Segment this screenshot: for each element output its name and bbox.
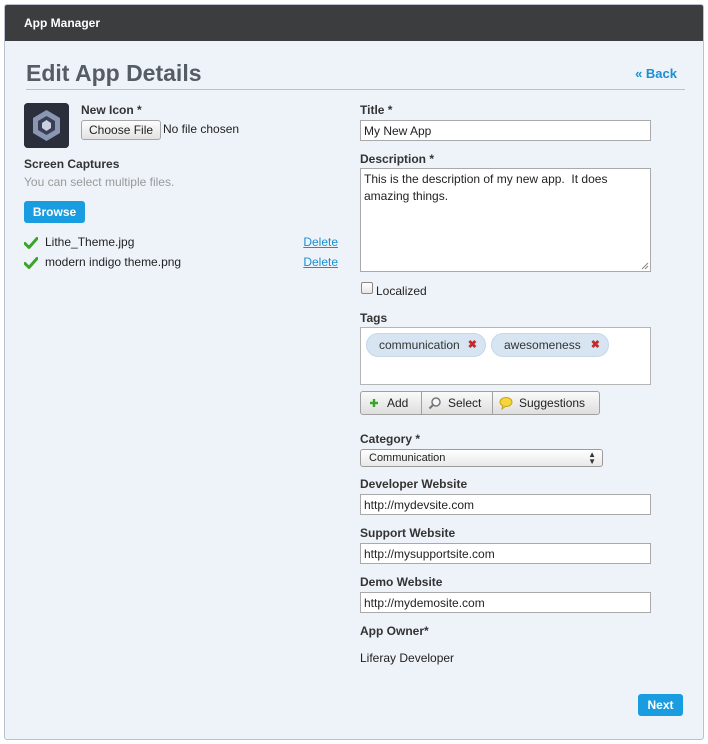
tag-label: communication xyxy=(379,338,460,352)
app-owner-value: Liferay Developer xyxy=(360,651,455,665)
browse-button[interactable]: Browse xyxy=(24,201,85,223)
category-selected-value: Communication xyxy=(369,452,446,464)
file-list-item: Lithe_Theme.jpg Delete xyxy=(24,235,338,251)
new-icon-label: New Icon * xyxy=(81,103,142,117)
screen-captures-label: Screen Captures xyxy=(24,157,120,171)
remove-tag-icon[interactable]: ✖ xyxy=(591,334,600,356)
screen-captures-hint: You can select multiple files. xyxy=(24,175,175,189)
select-tag-button[interactable]: Select xyxy=(421,391,493,415)
developer-website-label: Developer Website xyxy=(360,477,468,491)
add-tag-label: Add xyxy=(387,396,409,410)
category-label: Category * xyxy=(360,432,421,446)
check-icon xyxy=(24,257,38,269)
description-label: Description * xyxy=(360,152,435,166)
support-website-input[interactable] xyxy=(360,543,651,564)
localized-checkbox[interactable] xyxy=(361,282,373,294)
support-website-label: Support Website xyxy=(360,526,456,540)
tags-label: Tags xyxy=(360,311,388,325)
resize-grip-icon[interactable] xyxy=(641,262,649,270)
tag-chip: awesomeness ✖ xyxy=(491,333,609,357)
window-title: App Manager xyxy=(5,5,703,41)
description-textarea[interactable]: This is the description of my new app. I… xyxy=(360,168,651,272)
demo-website-label: Demo Website xyxy=(360,575,443,589)
suggestions-button[interactable]: Suggestions xyxy=(492,391,600,415)
app-owner-label: App Owner* xyxy=(360,624,429,638)
tag-chip: communication ✖ xyxy=(366,333,486,357)
file-list-item: modern indigo theme.png Delete xyxy=(24,255,338,271)
app-manager-window: App Manager Edit App Details « Back New … xyxy=(4,4,704,740)
check-icon xyxy=(24,237,38,249)
tag-label: awesomeness xyxy=(504,338,581,352)
plus-icon xyxy=(370,399,378,407)
back-link[interactable]: « Back xyxy=(635,66,677,81)
header-divider xyxy=(26,89,685,90)
magnifier-icon xyxy=(428,397,441,410)
select-tag-label: Select xyxy=(448,396,482,410)
remove-tag-icon[interactable]: ✖ xyxy=(468,334,477,356)
add-tag-button[interactable]: Add xyxy=(360,391,422,415)
delete-file-link[interactable]: Delete xyxy=(303,235,338,249)
file-name: modern indigo theme.png xyxy=(45,255,182,269)
no-file-chosen-text: No file chosen xyxy=(163,122,240,136)
demo-website-input[interactable] xyxy=(360,592,651,613)
tag-actions-toolbar: Add Select Suggestions xyxy=(360,391,600,415)
developer-website-input[interactable] xyxy=(360,494,651,515)
page-title: Edit App Details xyxy=(26,60,202,86)
suggestions-label: Suggestions xyxy=(519,396,586,410)
speech-bubble-icon xyxy=(499,397,513,410)
app-logo-icon xyxy=(24,103,69,148)
tags-field[interactable]: communication ✖ awesomeness ✖ xyxy=(360,327,651,385)
next-button[interactable]: Next xyxy=(638,694,683,716)
delete-file-link[interactable]: Delete xyxy=(303,255,338,269)
category-select[interactable]: Communication ▲ ▼ xyxy=(360,449,603,467)
title-input[interactable] xyxy=(360,120,651,141)
app-icon-preview xyxy=(24,103,69,148)
title-label: Title * xyxy=(360,103,393,117)
select-arrows-icon: ▲ ▼ xyxy=(588,450,596,466)
choose-file-button[interactable]: Choose File xyxy=(81,120,162,140)
file-name: Lithe_Theme.jpg xyxy=(45,235,135,249)
localized-label: Localized xyxy=(376,284,427,298)
